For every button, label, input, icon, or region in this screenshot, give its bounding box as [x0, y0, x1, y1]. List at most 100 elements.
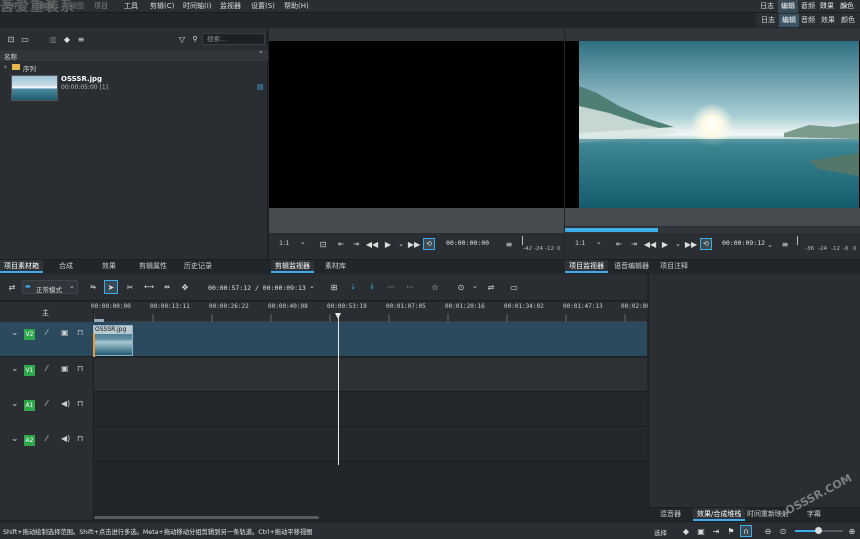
forward-icon[interactable]: ▶▶ — [685, 238, 697, 250]
delete-icon[interactable]: ▥ — [47, 33, 59, 45]
menu-settings[interactable]: 设置(S) — [251, 0, 275, 13]
search-input[interactable]: 搜索... — [202, 33, 265, 45]
menu-file[interactable]: 文件 — [4, 0, 18, 13]
tab-text-editor[interactable]: 语音编辑器 — [610, 260, 653, 273]
track-row-a1[interactable] — [94, 393, 647, 427]
chevron-right-icon[interactable]: › — [4, 63, 7, 71]
project-monitor-menu-icon[interactable]: ≡ — [779, 238, 791, 250]
zoom-fit-icon[interactable]: ⊙ — [777, 525, 789, 537]
add-clip-icon[interactable]: ⊡ — [5, 33, 17, 45]
tab-project-monitor[interactable]: 项目监视器 — [565, 260, 608, 273]
chevron-down-icon[interactable]: ⌄ — [11, 328, 19, 338]
track-row-v1[interactable] — [94, 358, 647, 392]
tab-mixer[interactable]: 混音器 — [656, 508, 685, 521]
set-out-icon[interactable]: ⇥ — [628, 238, 640, 250]
track-row-a2[interactable] — [94, 428, 647, 462]
timeline-ruler[interactable]: 00:00:00:00 00:00:13:11 00:00:26:22 00:0… — [91, 302, 650, 322]
tab-project-bin[interactable]: 项目素材箱 — [0, 260, 43, 273]
master-label[interactable]: 主 — [42, 308, 49, 318]
film-icon[interactable]: ▣ — [695, 525, 707, 537]
chevron-down-icon[interactable]: ⌄ — [300, 238, 306, 246]
lift-icon[interactable]: ⋯ — [385, 281, 397, 293]
slip-tool-icon[interactable]: ✥ — [179, 281, 191, 293]
flag-icon[interactable]: ⚑ — [725, 525, 737, 537]
extract-icon[interactable]: ⋯ — [404, 281, 416, 293]
zoom-in-icon[interactable]: ⊕ — [846, 525, 858, 537]
play-icon[interactable]: ▶ — [382, 238, 394, 250]
chevron-down-icon[interactable]: ⌄ — [309, 282, 315, 290]
track-header-a2[interactable]: ⌄ A2 ⁄ ◀) ⊓ — [0, 428, 94, 463]
tag-icon[interactable]: ◆ — [680, 525, 692, 537]
layout-effects[interactable]: 效果 — [821, 14, 835, 27]
multitrack-icon[interactable]: ⇋ — [87, 281, 99, 293]
track-header-v2[interactable]: ⌄ V2 ⁄ ▣ ⊓ — [0, 322, 94, 357]
menu-icon[interactable]: ≡ — [75, 33, 87, 45]
forward-icon[interactable]: ▶▶ — [408, 238, 420, 250]
loop-icon[interactable]: ⟲ — [700, 238, 712, 250]
magnet-icon[interactable]: ∩ — [740, 525, 752, 537]
film-icon[interactable]: ▣ — [61, 328, 69, 337]
project-zoom-select[interactable]: 1:1 — [575, 239, 585, 247]
tab-project-notes[interactable]: 项目注释 — [656, 260, 692, 273]
collapse-icon[interactable]: ⌃ — [258, 50, 264, 58]
chevron-down-icon[interactable]: ⌄ — [596, 238, 602, 246]
project-timecode[interactable]: 00:00:09:12 — [722, 239, 765, 247]
tab-library[interactable]: 素材库 — [321, 260, 350, 273]
tab-subtitles[interactable]: 字幕 — [803, 508, 825, 521]
menu-edit[interactable]: 编辑 — [40, 0, 54, 13]
tab-history[interactable]: 历史记录 — [180, 260, 216, 273]
timeline-scrollbar[interactable] — [94, 516, 319, 519]
menu-timeline[interactable]: 时间轴(I) — [183, 0, 212, 13]
chevron-down-icon[interactable]: ⌄ — [11, 364, 19, 374]
menu-clip[interactable]: 剪辑(C) — [150, 0, 174, 13]
razor-tool-icon[interactable]: ✂ — [124, 281, 136, 293]
menu-monitor[interactable]: 监视器 — [220, 0, 241, 13]
effects-wand-icon[interactable]: ⁄ — [46, 399, 47, 408]
zoom-slider[interactable] — [795, 527, 843, 534]
chevron-down-icon[interactable]: ⌄ — [472, 282, 478, 290]
menu-view[interactable]: 视图 — [70, 0, 84, 13]
effects-wand-icon[interactable]: ⁄ — [46, 364, 47, 373]
select-tool-icon[interactable]: ➤ — [104, 280, 118, 294]
layout-color[interactable]: 颜色 — [841, 14, 855, 27]
menu-help[interactable]: 帮助(H) — [284, 0, 309, 13]
tab-clip-monitor[interactable]: 剪辑监视器 — [271, 260, 314, 273]
set-in-icon[interactable]: ⇤ — [613, 238, 625, 250]
menu-project[interactable]: 项目 — [94, 0, 108, 13]
subtitle-icon[interactable]: ▭ — [508, 281, 520, 293]
snap-icon[interactable]: ⊞ — [328, 281, 340, 293]
layout-logging[interactable]: 日志 — [761, 14, 775, 27]
zoom-out-icon[interactable]: ⊖ — [762, 525, 774, 537]
clip-monitor-screen[interactable] — [269, 41, 564, 208]
track-header-v1[interactable]: ⌄ V1 ⁄ ▣ ⊓ — [0, 358, 94, 393]
snap-icon[interactable]: ⇥ — [710, 525, 722, 537]
add-folder-icon[interactable]: ▭ — [19, 33, 31, 45]
track-header-a1[interactable]: ⌄ A1 ⁄ ◀) ⊓ — [0, 393, 94, 428]
bin-folder-row[interactable]: › 序列 — [0, 63, 268, 73]
set-in-icon[interactable]: ⇤ — [335, 238, 347, 250]
insert-icon[interactable]: ⇣ — [347, 281, 359, 293]
tab-effect-stack[interactable]: 效果/合成堆栈 — [693, 508, 746, 521]
ripple-tool-icon[interactable]: ⇹ — [161, 281, 173, 293]
mixer-icon[interactable]: ⇌ — [485, 281, 497, 293]
minimize-icon[interactable]: – — [798, 1, 808, 11]
layout-logging[interactable]: 日志 — [760, 0, 774, 13]
play-options-icon[interactable]: ⌄ — [672, 238, 684, 250]
effects-wand-icon[interactable]: ⁄ — [46, 434, 47, 443]
spacer-tool-icon[interactable]: ⟷ — [143, 281, 155, 293]
play-icon[interactable]: ▶ — [659, 238, 671, 250]
project-ruler[interactable] — [565, 227, 860, 233]
film-icon[interactable]: ▣ — [61, 364, 69, 373]
tab-compositions[interactable]: 合成 — [55, 260, 77, 273]
tab-clip-properties[interactable]: 剪辑属性 — [135, 260, 171, 273]
search-icon[interactable]: ⚲ — [189, 33, 201, 45]
tab-effects[interactable]: 效果 — [98, 260, 120, 273]
lock-icon[interactable]: ⊓ — [77, 328, 83, 337]
playhead[interactable] — [338, 314, 339, 465]
rewind-icon[interactable]: ◀◀ — [366, 238, 378, 250]
speaker-icon[interactable]: ◀) — [61, 399, 70, 408]
loop-icon[interactable]: ⟲ — [423, 238, 435, 250]
play-options-icon[interactable]: ⌄ — [395, 238, 407, 250]
edit-mode-select[interactable]: ▬ 正常模式 ⌄ — [22, 280, 78, 294]
filter-icon[interactable]: ▽ — [176, 33, 188, 45]
